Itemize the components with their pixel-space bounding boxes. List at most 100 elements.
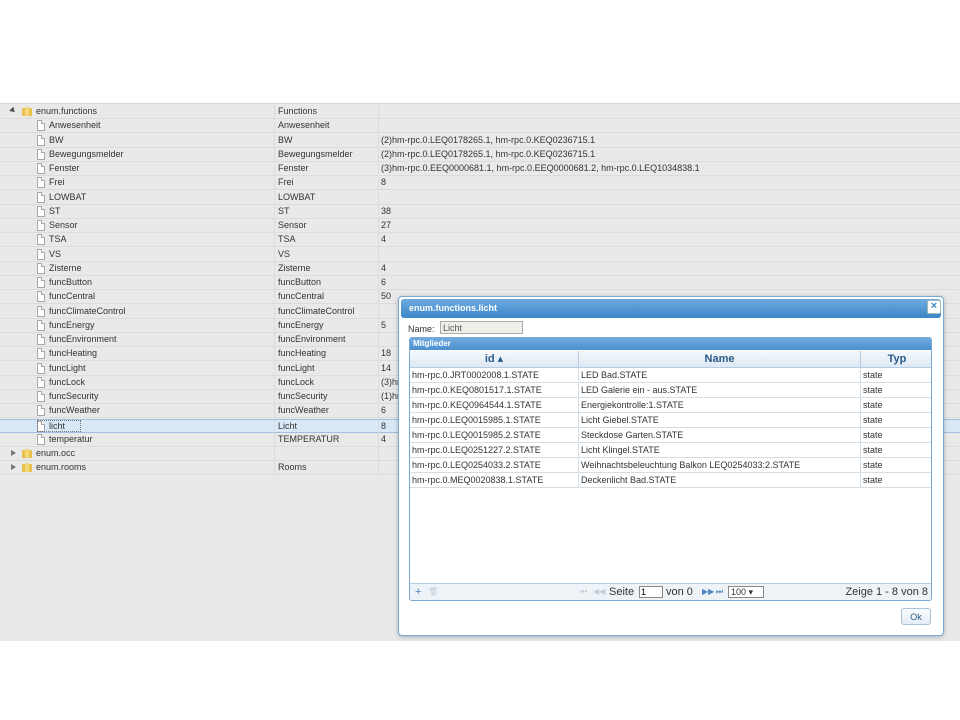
file-icon xyxy=(37,163,45,174)
tree-row[interactable]: BW BW (2)hm-rpc.0.LEQ0178265.1, hm-rpc.0.K… xyxy=(0,133,960,148)
members-cell xyxy=(380,119,960,133)
name-cell: TEMPERATUR xyxy=(276,432,379,447)
table-row[interactable]: hm-rpc.0.MEQ0020838.1.STATE Deckenlicht B… xyxy=(410,473,931,488)
tree-row[interactable]: funcButton funcButton 6 xyxy=(0,276,960,290)
add-icon[interactable]: + xyxy=(415,584,421,600)
last-page-icon[interactable]: ⏭ xyxy=(716,584,723,600)
ok-button[interactable]: Ok xyxy=(901,608,931,625)
tree-row[interactable]: Zisterne Zisterne 4 xyxy=(0,261,960,276)
file-icon xyxy=(37,134,45,146)
cell-id: hm-rpc.0.LEQ0254033.2.STATE xyxy=(410,458,579,472)
table-row[interactable]: hm-rpc.0.KEQ0964544.1.STATE Energiekontro… xyxy=(410,398,931,413)
name-cell: Functions xyxy=(276,105,379,119)
tree-cell: Sensor xyxy=(0,219,275,233)
tree-cell: funcButton xyxy=(0,276,275,290)
cell-name: Licht Klingel.STATE xyxy=(579,443,861,457)
table-row[interactable]: hm-rpc.0.LEQ0015985.1.STATE Licht Giebel.… xyxy=(410,413,931,428)
members-cell xyxy=(380,191,960,205)
cell-typ: state xyxy=(863,445,883,455)
tree-label: enum.rooms xyxy=(36,462,87,473)
file-icon xyxy=(37,334,45,345)
tree-cell: Anwesenheit xyxy=(0,119,275,134)
file-icon xyxy=(37,120,45,132)
name-cell: funcSecurity xyxy=(276,390,379,404)
tree-row[interactable]: Sensor Sensor 27 xyxy=(0,219,960,233)
name-cell: funcButton xyxy=(276,276,379,290)
name-cell: funcLight xyxy=(276,361,379,376)
expand-icon[interactable] xyxy=(11,450,16,456)
tree-row[interactable]: TSA TSA 4 xyxy=(0,233,960,248)
members-panel: Mitglieder id ▴ Name Typ hm-rpc.0.JRT000… xyxy=(409,337,932,601)
file-icon xyxy=(37,405,45,417)
tree-row[interactable]: Bewegungsmelder Bewegungsmelder (2)hm-rpc.… xyxy=(0,147,960,162)
tree-cell: enum.rooms xyxy=(0,461,275,476)
tree-label: VS xyxy=(49,248,62,259)
tree-cell: temperatur xyxy=(0,432,275,447)
tree-cell: funcLight xyxy=(0,361,275,376)
column-header-id[interactable]: id ▴ xyxy=(410,351,579,367)
cell-typ: state xyxy=(863,460,883,470)
page-number-input[interactable] xyxy=(639,586,663,598)
tree-label: LOWBAT xyxy=(49,191,87,202)
first-page-icon[interactable]: ⏮ xyxy=(580,584,587,600)
table-row[interactable]: hm-rpc.0.LEQ0254033.2.STATE Weihnachtsbel… xyxy=(410,458,931,473)
table-row[interactable]: hm-rpc.0.LEQ0251227.2.STATE Licht Klingel… xyxy=(410,443,931,458)
tree-label: funcEnvironment xyxy=(49,334,117,344)
next-page-icon[interactable]: ▶▶ xyxy=(702,584,714,600)
name-cell: VS xyxy=(276,247,379,262)
tree-label: BW xyxy=(49,134,64,145)
table-row[interactable]: hm-rpc.0.LEQ0015985.2.STATE Steckdose Gar… xyxy=(410,428,931,443)
tree-label: Bewegungsmelder xyxy=(49,148,124,159)
tree-label: ST xyxy=(49,205,61,216)
tree-label: licht xyxy=(49,420,66,431)
tree-cell: LOWBAT xyxy=(0,190,275,205)
folder-icon xyxy=(22,107,32,116)
cell-name: Deckenlicht Bad.STATE xyxy=(579,473,861,487)
column-header-typ[interactable]: Typ xyxy=(861,351,931,367)
name-label: Name: xyxy=(408,324,435,334)
table-row[interactable]: hm-rpc.0.JRT0002008.1.STATE LED Bad.STATE… xyxy=(410,368,931,383)
cell-id: hm-rpc.0.MEQ0020838.1.STATE xyxy=(410,473,579,487)
tree-cell: Fenster xyxy=(0,162,275,176)
rows-per-page-select[interactable]: 100 ▾ xyxy=(728,586,764,598)
members-cell: 27 xyxy=(381,220,392,230)
tree-cell: enum.functions xyxy=(0,105,275,119)
page-count: von 0 xyxy=(666,586,693,598)
delete-icon[interactable]: 🗑 xyxy=(428,584,438,600)
tree-cell: TSA xyxy=(0,233,275,248)
tree-row[interactable]: enum.functions Functions xyxy=(0,105,960,119)
tree-label: Anwesenheit xyxy=(49,120,101,131)
tree-row[interactable]: Frei Frei 8 xyxy=(0,176,960,191)
file-icon xyxy=(37,376,45,388)
members-cell: (2)hm-rpc.0.LEQ0178265.1, hm-rpc.0.KEQ02… xyxy=(381,134,596,145)
cell-name: Steckdose Garten.STATE xyxy=(579,428,861,442)
cell-id: hm-rpc.0.LEQ0251227.2.STATE xyxy=(410,443,579,457)
name-cell: Rooms xyxy=(276,461,379,476)
prev-page-icon[interactable]: ◀◀ xyxy=(593,584,605,600)
tree-cell: Frei xyxy=(0,176,275,191)
tree-cell: funcEnvironment xyxy=(0,333,275,347)
tree-label: Zisterne xyxy=(49,262,82,273)
tree-row[interactable]: ST ST 38 xyxy=(0,204,960,219)
tree-label: funcHeating xyxy=(49,348,98,359)
tree-row[interactable]: Anwesenheit Anwesenheit xyxy=(0,119,960,134)
close-icon[interactable]: × xyxy=(927,300,941,314)
cell-id: hm-rpc.0.LEQ0015985.2.STATE xyxy=(410,428,579,442)
tree-row[interactable]: VS VS xyxy=(0,247,960,262)
name-cell: TSA xyxy=(276,233,379,248)
expand-icon[interactable] xyxy=(11,464,16,471)
column-header-name[interactable]: Name xyxy=(579,351,861,367)
table-row[interactable]: hm-rpc.0.KEQ0801517.1.STATE LED Galerie e… xyxy=(410,383,931,398)
name-input[interactable] xyxy=(440,321,523,334)
collapse-icon[interactable] xyxy=(9,106,17,115)
cell-typ: state xyxy=(863,415,883,425)
cell-name: Energiekontrolle:1.STATE xyxy=(579,398,861,412)
cell-id: hm-rpc.0.KEQ0801517.1.STATE xyxy=(410,383,579,397)
name-cell: funcEnergy xyxy=(276,318,379,333)
tree-cell: funcEnergy xyxy=(0,318,275,333)
tree-row[interactable]: LOWBAT LOWBAT xyxy=(0,190,960,205)
tree-row[interactable]: Fenster Fenster (3)hm-rpc.0.EEQ0000681.1, … xyxy=(0,162,960,176)
tree-cell: VS xyxy=(0,247,275,262)
records-summary: Zeige 1 - 8 von 8 xyxy=(845,586,928,598)
file-icon xyxy=(37,205,45,217)
